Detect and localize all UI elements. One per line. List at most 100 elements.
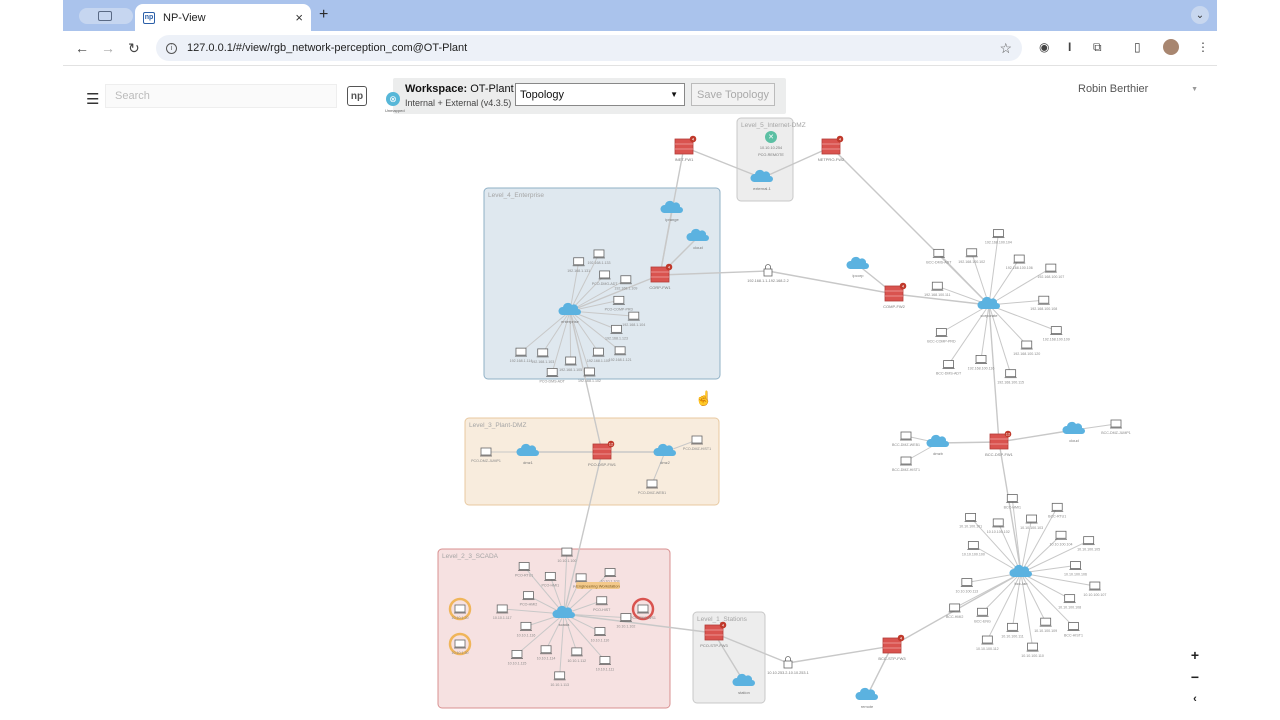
workspace-subtitle: Internal + External (v4.3.5) [405, 98, 512, 108]
host-node[interactable]: 192.168.100.102 [958, 248, 985, 264]
host-node[interactable]: BCC-DMZ-WEB1 [892, 431, 920, 447]
host-node[interactable]: 192.168.100.106 [1006, 254, 1033, 270]
info-icon[interactable]: i [166, 42, 177, 54]
host-node[interactable]: 10.10.100.109 [1034, 617, 1057, 633]
cloud-node[interactable]: cloud [1062, 421, 1085, 443]
host-node[interactable]: BCC-RTU1 [1048, 502, 1066, 518]
node-label: NETPRO-FW2 [818, 157, 845, 162]
node-label: 192.168.100.106 [1006, 266, 1033, 270]
profile-avatar[interactable] [1163, 39, 1179, 55]
user-menu[interactable]: Robin Berthier ▼ [1068, 78, 1204, 100]
computer-icon [1050, 326, 1062, 335]
close-tab-icon[interactable]: × [295, 10, 303, 25]
np-favicon-icon: np [143, 11, 155, 24]
firewall-node[interactable]: 4COMP-FW2 [883, 282, 907, 309]
reload-icon[interactable]: ↻ [128, 40, 140, 57]
new-tab-button[interactable]: + [319, 6, 328, 24]
computer-icon [611, 324, 622, 333]
host-node[interactable]: 10.10.100.103 [1020, 514, 1043, 530]
node-label: BCC-ENG [974, 619, 991, 623]
node-label: PCO-DMZ-JUMP1 [471, 459, 501, 463]
node-label: enterprise [561, 319, 580, 324]
host-node[interactable]: 192.168.100.108 [1030, 295, 1057, 311]
tab-group-icon[interactable] [79, 8, 133, 24]
save-topology-button[interactable]: Save Topology [691, 83, 775, 106]
cloud-node[interactable]: remote [855, 687, 878, 709]
host-node[interactable]: 10.10.100.112 [976, 635, 999, 651]
host-node[interactable]: BCC-DMZ-HIST1 [892, 456, 920, 472]
host-node[interactable]: 10.10.100.106 [1064, 561, 1087, 577]
extensions-icon[interactable]: ⧉ [1093, 40, 1102, 55]
computer-icon [593, 347, 604, 356]
unmapped-icon[interactable]: ⊗ [386, 92, 400, 106]
computer-icon [966, 248, 978, 257]
host-node[interactable]: 192.168.100.120 [1013, 340, 1040, 356]
host-node[interactable]: 10.10.100.110 [1021, 642, 1044, 658]
address-bar[interactable]: i 127.0.0.1/#/view/rgb_network-perceptio… [156, 35, 1022, 61]
host-node[interactable]: BCC-DMZ-JUMP1 [1101, 419, 1131, 435]
collapse-button[interactable]: ‹ [1185, 689, 1205, 709]
node-label: 192.168.1.109 [614, 287, 637, 291]
host-node[interactable]: 10.10.100.104 [1050, 530, 1073, 546]
host-node[interactable]: BCC-DMS-ADT [926, 248, 952, 264]
firewall-node[interactable]: 12 BCC-DSP-FW1 [985, 430, 1014, 457]
firewall-node[interactable]: 4CORP-FW1 [649, 263, 673, 290]
host-node[interactable]: 10.10.100.111 [1001, 622, 1024, 638]
node-label: COMP-FW2 [883, 304, 906, 309]
host-node[interactable]: 192.168.100.115 [997, 369, 1024, 385]
node-label: 192.168.100.102 [958, 260, 985, 264]
host-node[interactable]: 10.10.100.100 [962, 541, 985, 557]
host-node[interactable]: BCC-ENG [974, 607, 991, 623]
firewall-node[interactable]: 4INET-FW1 [674, 135, 697, 162]
node-label: 192.168.1.114 [510, 359, 533, 363]
view-select[interactable]: Topology ▼ [515, 83, 685, 106]
host-node[interactable]: 10.10.100.101 [959, 513, 982, 528]
tab-search-icon[interactable]: ⌄ [1191, 6, 1209, 24]
node-label: PCO-HMI1 [542, 583, 560, 587]
hamburger-icon[interactable]: ☰ [86, 90, 99, 108]
extension-shield-icon[interactable]: ◉ [1039, 40, 1049, 54]
star-icon[interactable]: ☆ [999, 40, 1012, 57]
computer-icon [546, 368, 558, 376]
computer-icon [1089, 581, 1101, 590]
forward-icon[interactable]: → [101, 40, 115, 56]
topology-canvas[interactable]: Level_5_Internet-DMZ Level_4_Enterprise Le… [63, 116, 1217, 720]
extension-i-icon[interactable]: I [1068, 40, 1071, 54]
computer-icon [614, 346, 626, 355]
sidebar-icon[interactable]: ▯ [1134, 40, 1141, 54]
cloud-node[interactable]: dmzb [926, 434, 949, 456]
back-icon[interactable]: ← [75, 40, 89, 56]
engineering-tag-label: Engineering Workstation [576, 584, 620, 589]
host-node[interactable]: 10.10.100.102 [987, 518, 1010, 534]
node-label: 10.10.1.102 [616, 625, 635, 629]
topology-graph[interactable]: Level_5_Internet-DMZ Level_4_Enterprise Le… [63, 116, 1217, 720]
node-label: PCO-DSP-FW1 [588, 462, 617, 467]
host-node[interactable]: 192.168.100.107 [1037, 263, 1064, 279]
search-input[interactable] [105, 84, 337, 108]
browser-tab[interactable]: np NP-View × [135, 4, 311, 31]
workspace-panel: ⊗ Unmapped Workspace: OT-Plant Internal … [385, 78, 786, 114]
host-node[interactable]: BCC-HIST1 [1064, 622, 1083, 638]
firewall-icon [821, 138, 841, 155]
firewall-node[interactable]: 4NETPRO-FW2 [818, 135, 845, 162]
zoom-out-button[interactable]: − [1185, 667, 1205, 687]
cloud-icon [855, 687, 878, 700]
host-node[interactable]: BCC-HMI2 [946, 603, 963, 619]
host-node[interactable]: BCC-DMS-ADT [936, 360, 962, 376]
zoom-in-button[interactable]: + [1185, 645, 1205, 665]
url-text[interactable]: 127.0.0.1/#/view/rgb_network-perception_… [187, 42, 467, 54]
host-node[interactable]: 10.10.100.108 [1058, 594, 1081, 610]
cloud-node[interactable]: ipcorp [846, 256, 869, 278]
cloud-icon [977, 296, 1000, 309]
menu-icon[interactable]: ⋮ [1197, 40, 1209, 54]
host-node[interactable]: BCC-COMP-PRD [927, 328, 956, 344]
firewall-icon [674, 138, 694, 155]
node-label: corporate [981, 313, 999, 318]
host-node[interactable]: 192.168.100.116 [968, 355, 995, 370]
node-label: 192.168.1.133 [587, 261, 610, 265]
node-label: 10.10.1.111 [596, 668, 614, 672]
host-node[interactable]: 192.168.100.109 [1043, 326, 1070, 342]
zone-label: Level_2_3_SCADA [442, 553, 499, 560]
node-label: PCO-HMI2 [520, 603, 538, 607]
lock-node[interactable]: 10.10.253.2-10.10.253.1 [767, 656, 809, 676]
